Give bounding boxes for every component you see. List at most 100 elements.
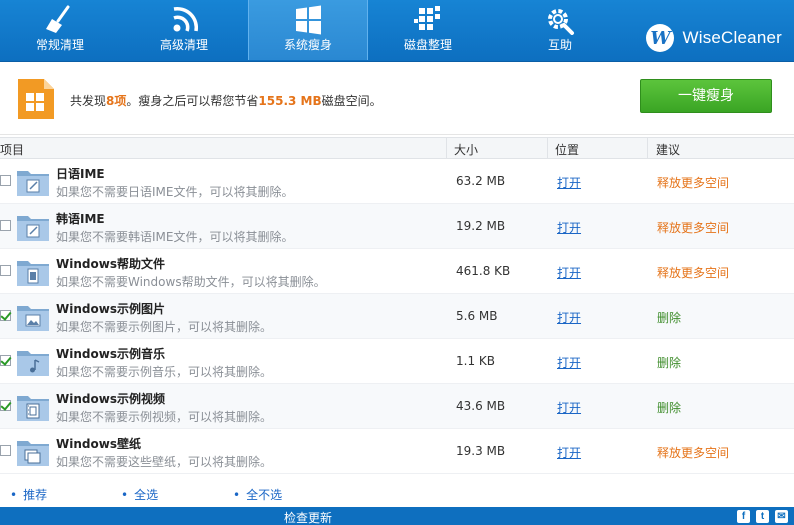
select-all-link[interactable]: • 全选 (121, 486, 158, 503)
item-size: 43.6 MB (456, 399, 506, 413)
header-location[interactable]: 位置 (555, 141, 579, 158)
table-row[interactable]: Windows示例图片 如果您不需要示例图片，可以将其删除。 5.6 MB 打开… (0, 294, 794, 339)
tab-disk-defrag[interactable]: 磁盘整理 (368, 0, 488, 60)
edit-folder-icon (17, 216, 49, 241)
windows-icon (296, 5, 321, 35)
bullet-icon: • (121, 488, 129, 502)
summary-suffix: 磁盘空间。 (321, 94, 382, 108)
item-suggestion: 删除 (657, 401, 682, 415)
broom-icon (46, 5, 70, 33)
item-description: 如果您不需要示例视频，可以将其删除。 (56, 410, 273, 424)
row-checkbox[interactable] (0, 400, 11, 411)
help-file-folder-icon (17, 261, 49, 286)
item-size: 63.2 MB (456, 174, 506, 188)
open-location-link[interactable]: 打开 (557, 309, 581, 326)
select-all-label: 全选 (134, 488, 159, 502)
item-suggestion: 释放更多空间 (657, 266, 730, 280)
item-name: Windows帮助文件 (56, 257, 165, 271)
tab-label: 互助 (547, 38, 572, 52)
email-icon[interactable]: ✉ (775, 510, 788, 523)
item-name: 韩语IME (56, 212, 105, 226)
wisecleaner-logo: W (646, 24, 675, 52)
item-size: 461.8 KB (456, 264, 511, 278)
open-location-link[interactable]: 打开 (557, 264, 581, 281)
summary-text: 共发现8项。瘦身之后可以帮您节省155.3 MB磁盘空间。 (70, 92, 382, 109)
document-windows-icon (18, 79, 54, 119)
item-suggestion: 删除 (657, 356, 682, 370)
gear-wrench-icon (548, 9, 574, 35)
tab-system-slim[interactable]: 系统瘦身 (248, 0, 368, 60)
header-suggestion[interactable]: 建议 (656, 141, 680, 158)
open-location-link[interactable]: 打开 (557, 399, 581, 416)
table-row[interactable]: 日语IME 如果您不需要日语IME文件，可以将其删除。 63.2 MB 打开 释… (0, 159, 794, 204)
item-description: 如果您不需要示例音乐，可以将其删除。 (56, 365, 273, 379)
one-click-slim-button[interactable]: 一键瘦身 (640, 79, 772, 113)
saved-space: 155.3 MB (258, 94, 322, 108)
row-checkbox[interactable] (0, 310, 11, 321)
item-name: Windows示例图片 (56, 302, 165, 316)
brand-name: WiseCleaner (682, 28, 782, 47)
tab-label: 磁盘整理 (403, 38, 452, 52)
select-none-label: 全不选 (246, 488, 283, 502)
select-none-link[interactable]: • 全不选 (233, 486, 282, 503)
tab-mutual-help[interactable]: 互助 (500, 0, 620, 60)
video-folder-icon (17, 396, 49, 421)
item-name: Windows壁纸 (56, 437, 141, 451)
table-row[interactable]: Windows壁纸 如果您不需要这些壁纸，可以将其删除。 19.3 MB 打开 … (0, 429, 794, 474)
open-location-link[interactable]: 打开 (557, 219, 581, 236)
facebook-icon[interactable]: f (737, 510, 750, 523)
item-suggestion: 释放更多空间 (657, 446, 730, 460)
tab-regular-clean[interactable]: 常规清理 (0, 0, 120, 60)
item-description: 如果您不需要韩语IME文件，可以将其删除。 (56, 230, 294, 244)
table-row[interactable]: 韩语IME 如果您不需要韩语IME文件，可以将其删除。 19.2 MB 打开 释… (0, 204, 794, 249)
column-divider (647, 137, 648, 159)
twitter-icon[interactable]: t (756, 510, 769, 523)
summary-middle: 。瘦身之后可以帮您节省 (126, 94, 259, 108)
selection-links: • 推荐 • 全选 • 全不选 (0, 482, 794, 506)
column-divider (446, 137, 447, 159)
item-description: 如果您不需要Windows帮助文件，可以将其删除。 (56, 275, 326, 289)
check-update-link[interactable]: 检查更新 (284, 509, 332, 525)
status-bar: 检查更新 f t ✉ (0, 507, 794, 525)
summary-panel: 共发现8项。瘦身之后可以帮您节省155.3 MB磁盘空间。 一键瘦身 (0, 63, 794, 135)
row-checkbox[interactable] (0, 445, 11, 456)
tab-advanced-clean[interactable]: 高级清理 (124, 0, 244, 60)
tab-label: 高级清理 (159, 38, 208, 52)
item-size: 5.6 MB (456, 309, 498, 323)
tab-label: 系统瘦身 (283, 38, 332, 52)
row-checkbox[interactable] (0, 220, 11, 231)
item-suggestion: 释放更多空间 (657, 221, 730, 235)
recommend-link[interactable]: • 推荐 (10, 486, 47, 503)
music-folder-icon (17, 351, 49, 376)
item-name: Windows示例音乐 (56, 347, 165, 361)
open-location-link[interactable]: 打开 (557, 354, 581, 371)
table-header: 项目 大小 位置 建议 (0, 137, 794, 159)
bullet-icon: • (10, 488, 18, 502)
row-checkbox[interactable] (0, 265, 11, 276)
row-checkbox[interactable] (0, 175, 11, 186)
tab-label: 常规清理 (35, 38, 84, 52)
open-location-link[interactable]: 打开 (557, 174, 581, 191)
item-size: 19.3 MB (456, 444, 506, 458)
item-suggestion: 释放更多空间 (657, 176, 730, 190)
edit-folder-icon (17, 171, 49, 196)
summary-prefix: 共发现 (70, 94, 107, 108)
item-description: 如果您不需要示例图片，可以将其删除。 (56, 320, 273, 334)
table-row[interactable]: Windows帮助文件 如果您不需要Windows帮助文件，可以将其删除。 46… (0, 249, 794, 294)
item-name: 日语IME (56, 167, 105, 181)
top-nav-bar: 常规清理 高级清理 系统瘦身 磁盘整理 互助 W WiseCleaner (0, 0, 794, 62)
wallpaper-folder-icon (17, 441, 49, 466)
disk-defrag-icon (414, 6, 440, 30)
open-location-link[interactable]: 打开 (557, 444, 581, 461)
header-size[interactable]: 大小 (454, 141, 478, 158)
header-item[interactable]: 项目 (0, 141, 24, 158)
brand: W WiseCleaner (646, 22, 782, 54)
found-count: 8项 (106, 94, 127, 108)
picture-folder-icon (17, 306, 49, 331)
table-row[interactable]: Windows示例视频 如果您不需要示例视频，可以将其删除。 43.6 MB 打… (0, 384, 794, 429)
recommend-label: 推荐 (23, 488, 48, 502)
item-size: 19.2 MB (456, 219, 506, 233)
row-checkbox[interactable] (0, 355, 11, 366)
item-list: 日语IME 如果您不需要日语IME文件，可以将其删除。 63.2 MB 打开 释… (0, 159, 794, 479)
table-row[interactable]: Windows示例音乐 如果您不需要示例音乐，可以将其删除。 1.1 KB 打开… (0, 339, 794, 384)
